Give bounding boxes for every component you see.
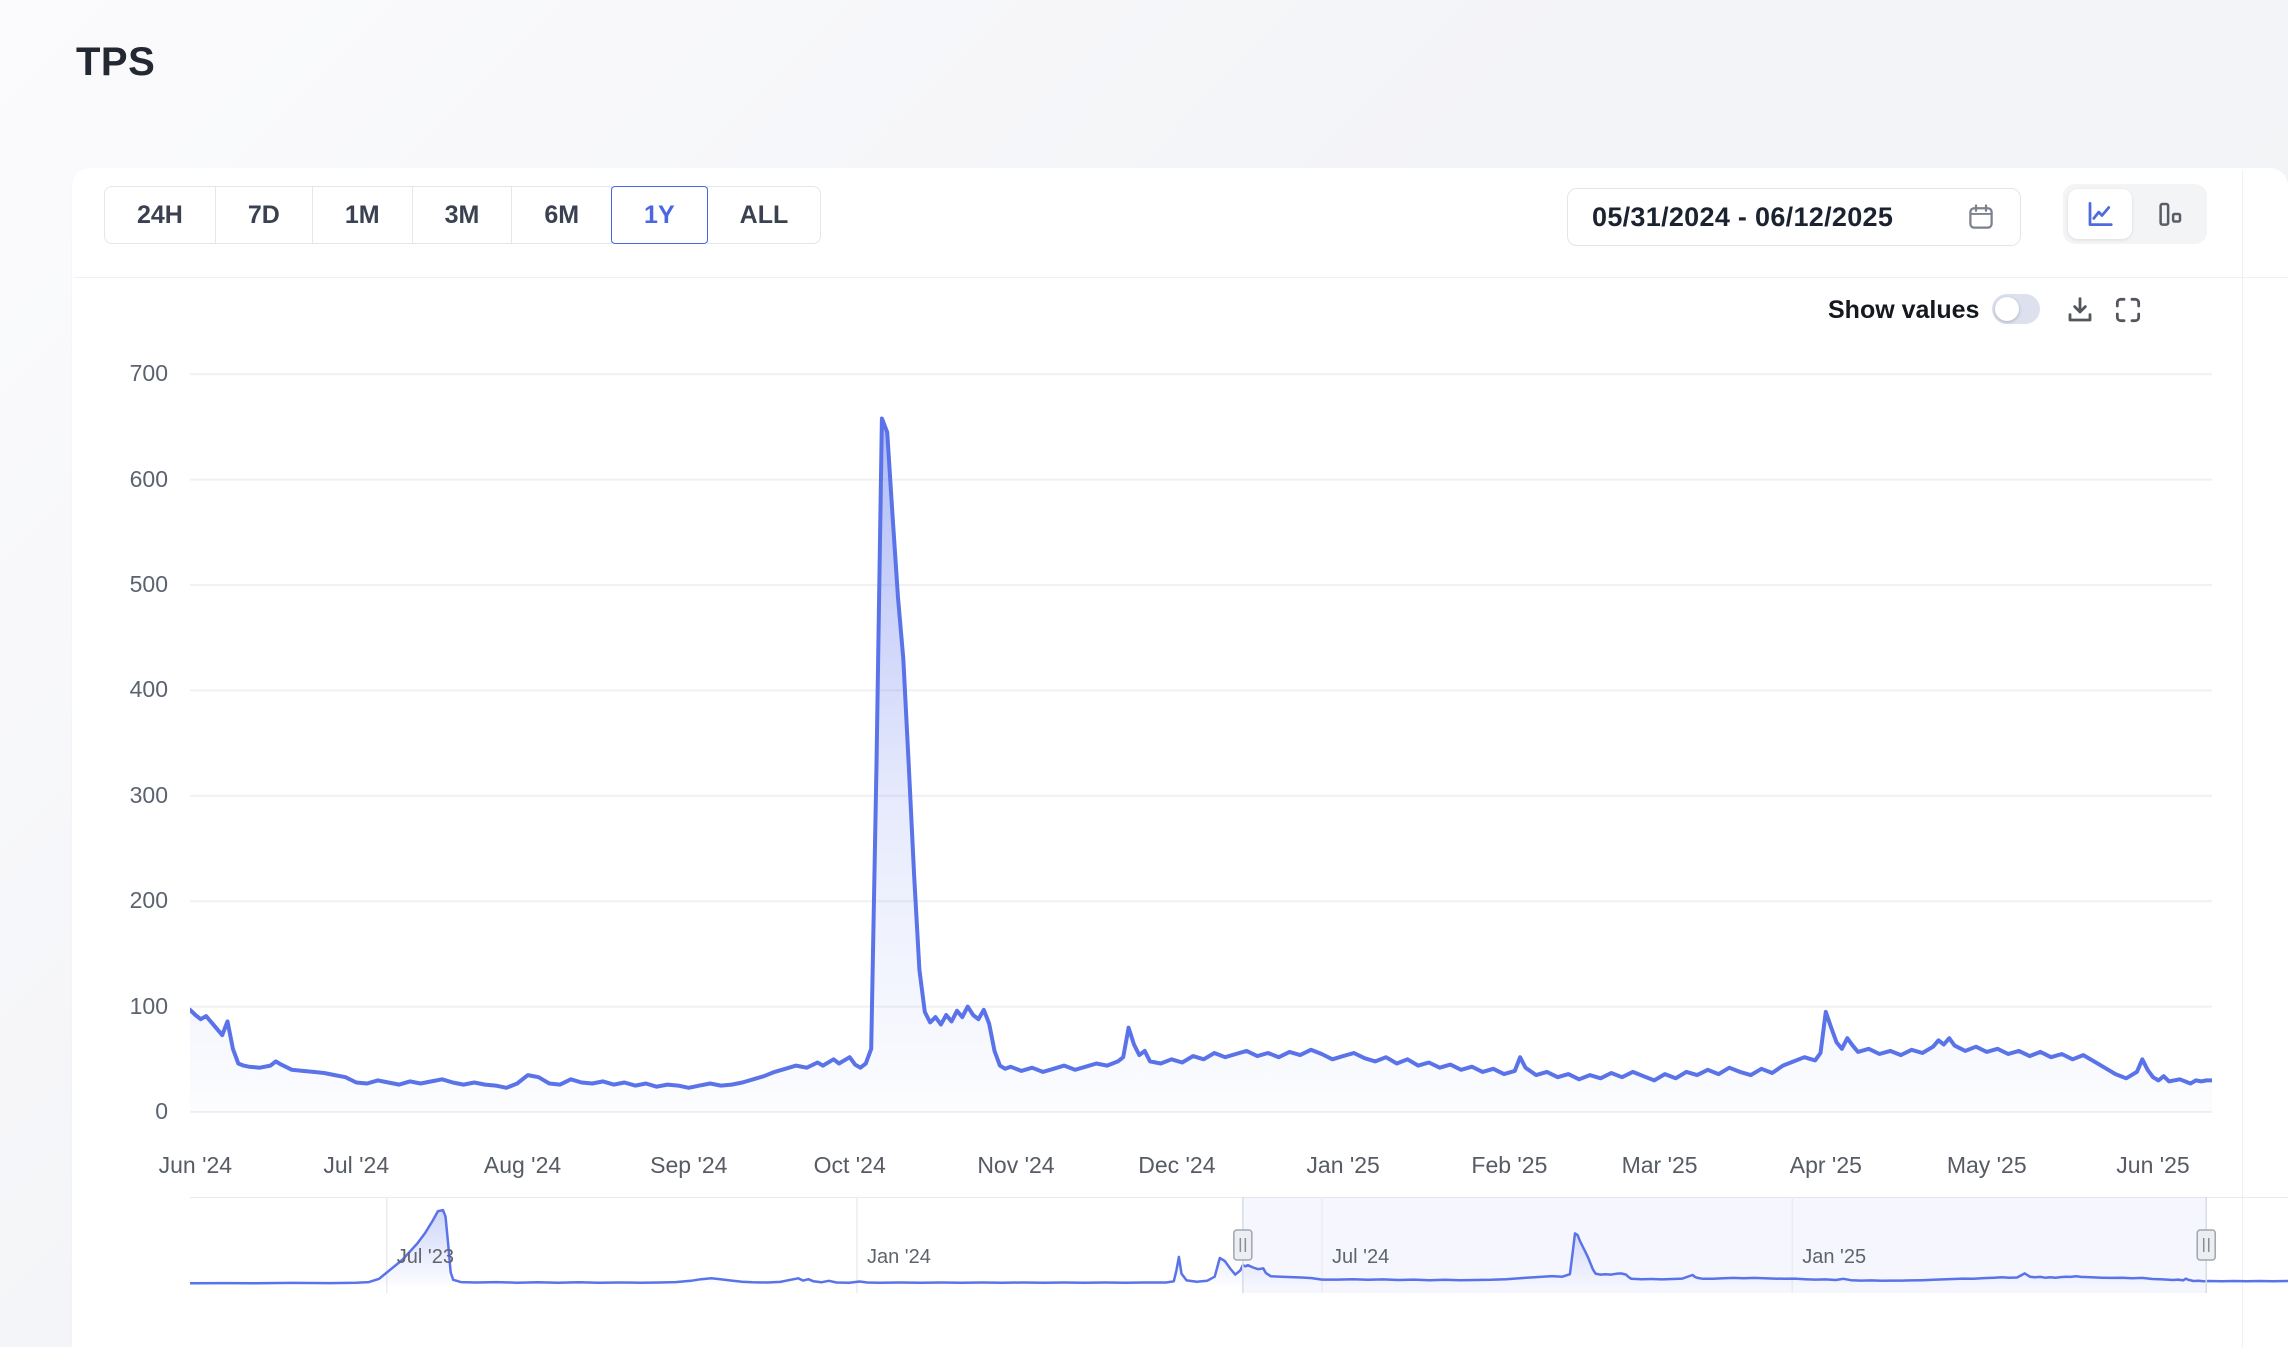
- y-tick-label: 600: [98, 466, 168, 493]
- show-values-toggle[interactable]: [1992, 294, 2040, 324]
- range-button-3m[interactable]: 3M: [412, 186, 513, 244]
- y-tick-label: 100: [98, 993, 168, 1020]
- x-tick-label: Sep '24: [650, 1152, 727, 1179]
- range-button-24h[interactable]: 24H: [104, 186, 216, 244]
- show-values-label: Show values: [1828, 296, 1978, 325]
- y-tick-label: 300: [98, 782, 168, 809]
- range-button-6m[interactable]: 6M: [511, 186, 612, 244]
- minimap-tick-label: Jan '25: [1802, 1246, 1866, 1269]
- y-tick-label: 400: [98, 676, 168, 703]
- minimap-tick-label: Jul '24: [1332, 1246, 1389, 1269]
- x-tick-label: Dec '24: [1138, 1152, 1215, 1179]
- toggle-knob: [1995, 297, 2019, 321]
- date-range-picker[interactable]: 05/31/2024 - 06/12/2025: [1567, 188, 2021, 246]
- x-tick-label: Apr '25: [1790, 1152, 1862, 1179]
- page-title: TPS: [76, 40, 155, 85]
- x-tick-label: Oct '24: [814, 1152, 886, 1179]
- series-line: [190, 419, 2212, 1088]
- y-tick-label: 200: [98, 887, 168, 914]
- timeline-minimap[interactable]: [190, 1197, 2288, 1293]
- download-icon[interactable]: [2064, 294, 2096, 326]
- y-tick-label: 700: [98, 360, 168, 387]
- x-tick-label: Nov '24: [977, 1152, 1054, 1179]
- controls-divider: [74, 277, 2288, 278]
- y-tick-label: 500: [98, 571, 168, 598]
- brush-handle-left[interactable]: [1234, 1230, 1252, 1260]
- x-tick-label: Jun '24: [159, 1152, 232, 1179]
- range-button-7d[interactable]: 7D: [215, 186, 313, 244]
- range-button-all[interactable]: ALL: [707, 186, 822, 244]
- calendar-icon: [1966, 202, 1996, 232]
- y-tick-label: 0: [98, 1098, 168, 1125]
- brush-handle-right[interactable]: [2197, 1230, 2215, 1260]
- x-tick-label: May '25: [1947, 1152, 2027, 1179]
- bar-chart-type-button[interactable]: [2138, 189, 2202, 239]
- x-tick-label: Jan '25: [1306, 1152, 1379, 1179]
- minimap-tick-label: Jan '24: [867, 1246, 931, 1269]
- x-tick-label: Feb '25: [1471, 1152, 1547, 1179]
- date-range-value: 05/31/2024 - 06/12/2025: [1592, 202, 1893, 233]
- range-button-1y[interactable]: 1Y: [611, 186, 708, 244]
- line-chart-type-button[interactable]: [2068, 189, 2132, 239]
- area-fill: [190, 419, 2212, 1113]
- range-button-1m[interactable]: 1M: [312, 186, 413, 244]
- x-tick-label: Mar '25: [1622, 1152, 1698, 1179]
- fullscreen-icon[interactable]: [2112, 294, 2144, 326]
- tps-area-chart: [190, 368, 2212, 1120]
- vertical-divider: [2242, 170, 2243, 1347]
- x-tick-label: Aug '24: [484, 1152, 561, 1179]
- line-chart-icon: [2085, 199, 2115, 229]
- time-range-button-group: 24H7D1M3M6M1YALL: [104, 186, 821, 244]
- chart-type-toggle-group: [2063, 184, 2207, 244]
- bar-chart-icon: [2155, 199, 2185, 229]
- minimap-tick-label: Jul '23: [397, 1246, 454, 1269]
- x-tick-label: Jul '24: [323, 1152, 389, 1179]
- x-tick-label: Jun '25: [2116, 1152, 2189, 1179]
- gridlines: [190, 374, 2212, 1112]
